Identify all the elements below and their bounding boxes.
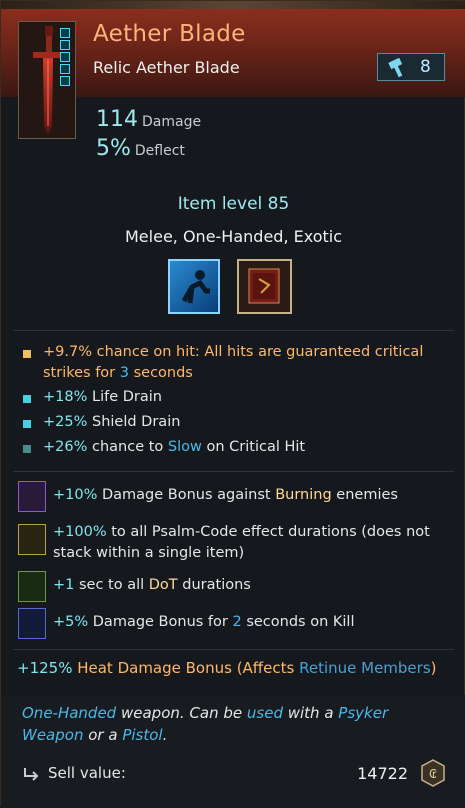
- property-text: +18% Life Drain: [43, 387, 463, 408]
- desc-keyword: Pistol: [122, 726, 163, 744]
- heat-desc: Heat Damage Bonus (Affects: [72, 659, 300, 677]
- hammer-icon: [388, 58, 403, 78]
- property-value: +26%: [43, 439, 88, 455]
- divider: [13, 330, 454, 331]
- augment-number: 2: [232, 614, 242, 630]
- augment-text: +100% to all Psalm-Code effect durations…: [53, 522, 458, 564]
- augment-keyword: DoT: [148, 577, 178, 593]
- augment-suffix: enemies: [331, 487, 398, 503]
- stat-label: Damage: [142, 114, 202, 130]
- augment-burning-icon: [18, 481, 46, 512]
- desc-text: .: [162, 726, 168, 744]
- slot-icon: [60, 52, 70, 62]
- stat-value: 114: [96, 107, 138, 132]
- property-desc: Shield Drain: [87, 414, 181, 430]
- sell-value: 14722: [357, 764, 408, 783]
- rarity-count: 8: [420, 57, 431, 77]
- augment-text: +10% Damage Bonus against Burning enemie…: [53, 485, 458, 506]
- slot-icon: [60, 40, 70, 50]
- bullet-icon: [23, 420, 31, 428]
- sell-row: Sell value: 14722 ₢: [22, 759, 446, 787]
- property-number: 3: [119, 365, 129, 381]
- bullet-icon: [23, 445, 31, 453]
- slot-icon: [60, 64, 70, 74]
- item-subtitle: Relic Aether Blade: [93, 58, 240, 77]
- stat-deflect: 5% Deflect: [96, 136, 201, 165]
- item-description: One-Handed weapon. Can be used with a Ps…: [22, 702, 422, 746]
- heat-value: +125%: [17, 659, 73, 677]
- stats-block: 114 Damage 5% Deflect: [96, 107, 201, 165]
- heat-keyword: Retinue Members: [299, 659, 431, 677]
- svg-text:₢: ₢: [429, 767, 437, 781]
- augment-suffix: durations: [177, 577, 251, 593]
- slot-icon: [60, 76, 70, 86]
- augment-desc: sec to all: [74, 577, 149, 593]
- sell-label: Sell value:: [48, 764, 126, 782]
- heat-bonus: +125% Heat Damage Bonus (Affects Retinue…: [17, 659, 437, 677]
- dash-ability-icon[interactable]: [168, 259, 220, 314]
- rarity-badge: 8: [377, 53, 445, 81]
- divider: [13, 649, 454, 650]
- property-value: +25%: [43, 414, 88, 430]
- item-level: Item level 85: [177, 194, 290, 214]
- property-text: +25% Shield Drain: [43, 412, 463, 433]
- heat-suffix: ): [430, 659, 437, 677]
- property-desc: chance on hit: All hits are guaranteed c…: [43, 344, 424, 381]
- item-name: Aether Blade: [93, 21, 246, 47]
- augment-suffix: seconds on Kill: [241, 614, 355, 630]
- augment-desc: Damage Bonus against: [97, 487, 276, 503]
- desc-text: or a: [83, 726, 123, 744]
- property-text: +26% chance to Slow on Critical Hit: [43, 437, 463, 458]
- desc-keyword: used: [246, 704, 283, 722]
- book-icon: [248, 268, 280, 304]
- stat-damage: 114 Damage: [96, 107, 201, 136]
- augment-value: +10%: [53, 487, 98, 503]
- property-suffix: seconds: [128, 365, 193, 381]
- property-desc: chance to: [87, 439, 168, 455]
- desc-text: with a: [282, 704, 339, 722]
- item-portrait: [18, 21, 76, 139]
- credits-icon: ₢: [421, 759, 445, 787]
- augment-value: +5%: [53, 614, 89, 630]
- stat-value: 5%: [96, 136, 131, 161]
- property-keyword: Slow: [167, 439, 202, 455]
- property-suffix: on Critical Hit: [201, 439, 306, 455]
- top-strip: [1, 1, 465, 9]
- running-figure-icon: [181, 270, 210, 304]
- property-value: +9.7%: [43, 344, 92, 360]
- slot-icon: [60, 28, 70, 38]
- property-text: +9.7% chance on hit: All hits are guaran…: [43, 342, 463, 384]
- slot-indicators: [60, 28, 70, 86]
- augment-desc: to all Psalm-Code effect durations (does…: [53, 524, 430, 561]
- tome-ability-icon[interactable]: [237, 259, 292, 314]
- augment-keyword: Burning: [275, 487, 332, 503]
- divider: [13, 471, 454, 472]
- return-arrow-icon: [24, 768, 39, 781]
- desc-keyword: One-Handed: [22, 704, 117, 722]
- item-types: Melee, One-Handed, Exotic: [125, 227, 342, 246]
- property-value: +18%: [43, 389, 88, 405]
- augment-value: +100%: [53, 524, 107, 540]
- property-desc: Life Drain: [87, 389, 162, 405]
- bullet-icon: [23, 350, 31, 358]
- desc-text: weapon. Can be: [116, 704, 247, 722]
- bullet-icon: [23, 395, 31, 403]
- stat-label: Deflect: [134, 143, 185, 159]
- augment-text: +5% Damage Bonus for 2 seconds on Kill: [53, 612, 458, 633]
- augment-text: +1 sec to all DoT durations: [53, 575, 458, 596]
- item-tooltip: Aether Blade Relic Aether Blade 8 114 Da…: [0, 0, 465, 808]
- augment-kill-icon: [18, 608, 46, 639]
- augment-desc: Damage Bonus for: [88, 614, 233, 630]
- augment-psalm-icon: [18, 524, 46, 555]
- augment-dot-icon: [18, 571, 46, 602]
- augment-value: +1: [53, 577, 75, 593]
